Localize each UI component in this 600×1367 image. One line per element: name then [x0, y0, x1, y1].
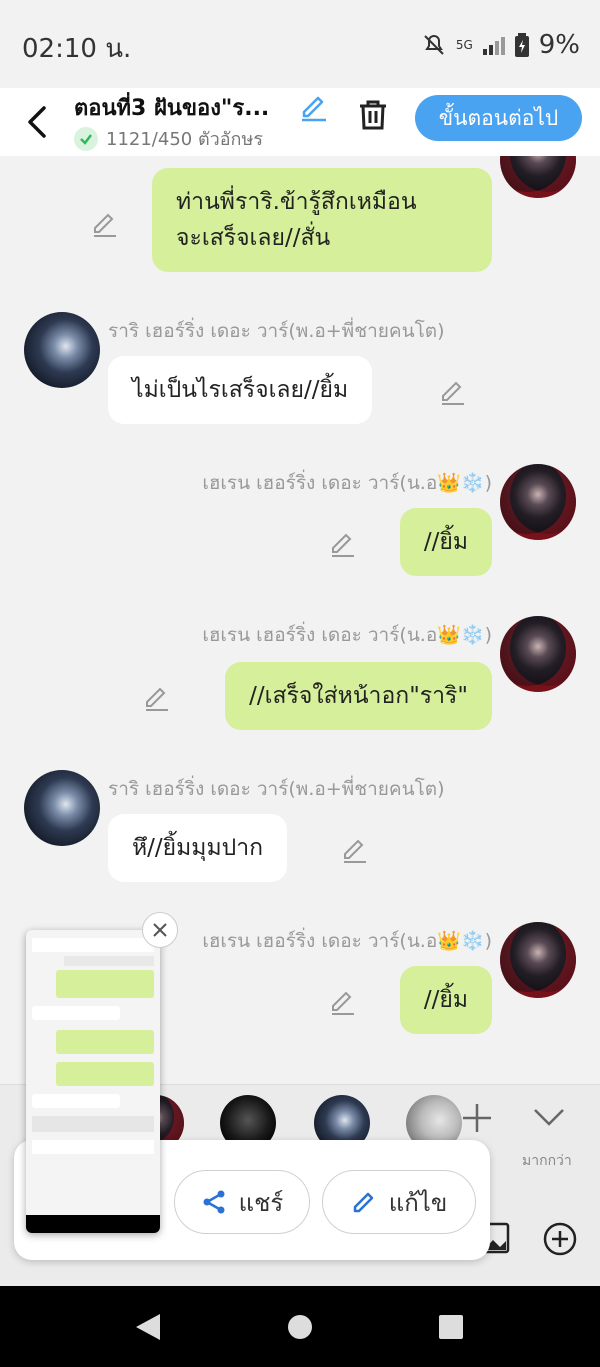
message-text: จะเสร็จเลย//สั่น	[176, 225, 331, 251]
pencil-icon	[353, 1192, 373, 1213]
message-text: หึ//ยิ้มมุมปาก	[132, 835, 264, 861]
avatar[interactable]	[500, 156, 576, 198]
add-character-icon[interactable]	[460, 1101, 494, 1135]
status-bar: 02:10 น. 5G 9%	[0, 0, 600, 88]
message-bubble[interactable]: ไม่เป็นไรเสร็จเลย//ยิ้ม	[108, 356, 373, 424]
message-text: //ยิ้ม	[423, 529, 468, 555]
edit-message-icon[interactable]	[438, 376, 468, 406]
message-text: ไม่เป็นไรเสร็จเลย//ยิ้ม	[132, 377, 349, 403]
avatar[interactable]	[24, 312, 100, 388]
avatar[interactable]	[24, 770, 100, 846]
message-bubble[interactable]: //ยิ้ม	[399, 508, 492, 576]
char-counter: 1121/450 ตัวอักษร	[74, 124, 263, 153]
sender-name: เฮเรน เฮอร์ริ่ง เดอะ วาร์(น.อ👑❄️)	[202, 624, 492, 646]
check-icon	[74, 126, 98, 151]
message-text: ท่านพี่ราริ.ข้ารู้สึกเหมือน	[176, 189, 417, 215]
network-label: 5G	[455, 38, 473, 52]
nav-home-icon[interactable]	[287, 1314, 313, 1340]
edit-message-icon[interactable]	[142, 682, 172, 712]
avatar[interactable]	[500, 616, 576, 692]
status-time: 02:10 น.	[22, 34, 132, 64]
avatar[interactable]	[500, 464, 576, 540]
back-arrow-icon[interactable]	[24, 102, 54, 142]
screenshot-thumbnail[interactable]	[26, 930, 160, 1233]
system-navbar	[0, 1286, 600, 1367]
next-step-button[interactable]: ขั้นตอนต่อไป	[415, 95, 582, 141]
signal-icon	[482, 37, 505, 55]
message-bubble[interactable]: //เสร็จใส่หน้าอก"ราริ"	[225, 662, 492, 730]
battery-icon	[514, 33, 529, 57]
message-bubble[interactable]: หึ//ยิ้มมุมปาก	[108, 814, 288, 882]
battery-level: 9%	[538, 30, 580, 60]
close-thumbnail-button[interactable]	[142, 912, 178, 948]
share-button[interactable]: แชร์	[174, 1170, 310, 1234]
message-text: //เสร็จใส่หน้าอก"ราริ"	[249, 683, 468, 709]
sender-name: เฮเรน เฮอร์ริ่ง เดอะ วาร์(น.อ👑❄️)	[202, 930, 492, 952]
sender-name: ราริ เฮอร์ริ่ง เดอะ วาร์(พ.อ+พี่ชายคนโต)	[108, 778, 445, 800]
mute-icon	[424, 34, 444, 55]
episode-title[interactable]: ตอนที่3 ฝันของ"ร...	[74, 90, 269, 125]
edit-message-icon[interactable]	[340, 834, 370, 864]
share-label: แชร์	[238, 1188, 284, 1217]
nav-back-icon[interactable]	[134, 1312, 162, 1342]
edit-message-icon[interactable]	[90, 208, 120, 238]
nav-recents-icon[interactable]	[438, 1314, 464, 1340]
edit-message-icon[interactable]	[328, 986, 358, 1016]
trash-icon[interactable]	[356, 98, 390, 132]
message-bubble[interactable]: ท่านพี่ราริ.ข้ารู้สึกเหมือน จะเสร็จเลย//…	[152, 168, 492, 272]
message-text: //ยิ้ม	[423, 987, 468, 1013]
sender-name: ราริ เฮอร์ริ่ง เดอะ วาร์(พ.อ+พี่ชายคนโต)	[108, 320, 445, 342]
status-icons: 5G 9%	[422, 30, 580, 60]
edit-title-icon[interactable]	[298, 90, 330, 122]
sender-name: เฮเรน เฮอร์ริ่ง เดอะ วาร์(น.อ👑❄️)	[202, 472, 492, 494]
edit-message-icon[interactable]	[328, 528, 358, 558]
editor-header: ตอนที่3 ฝันของ"ร... 1121/450 ตัวอักษร ขั…	[0, 88, 600, 156]
message-bubble[interactable]: //ยิ้ม	[399, 966, 492, 1034]
edit-button[interactable]: แก้ไข	[322, 1170, 476, 1234]
close-icon	[153, 923, 167, 937]
share-icon	[203, 1190, 225, 1214]
edit-label: แก้ไข	[388, 1188, 448, 1217]
more-label[interactable]: มากกว่า	[522, 1150, 572, 1172]
add-circle-icon[interactable]	[542, 1221, 578, 1257]
char-count-text: 1121/450 ตัวอักษร	[106, 129, 263, 150]
chevron-down-icon[interactable]	[532, 1105, 566, 1129]
avatar[interactable]	[500, 922, 576, 998]
